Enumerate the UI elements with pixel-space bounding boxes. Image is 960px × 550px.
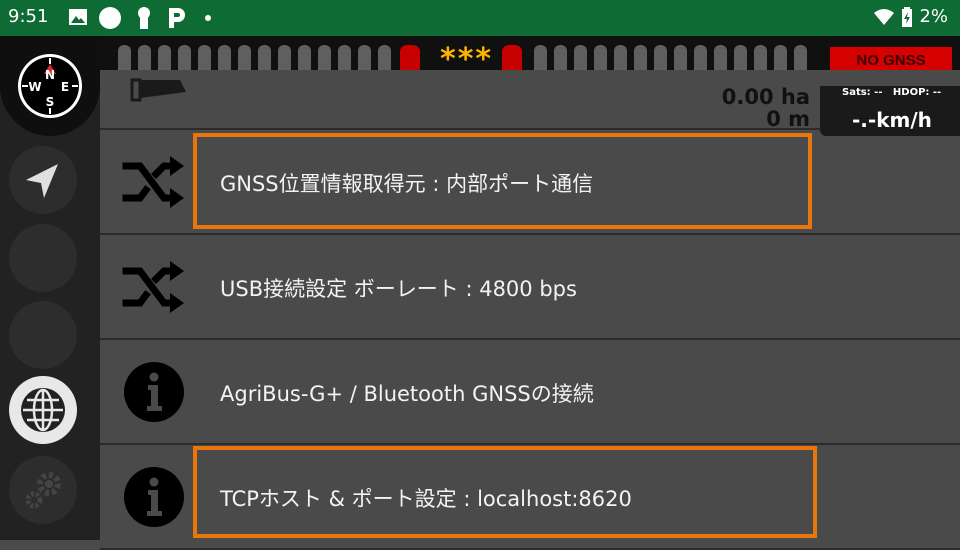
svg-text:N: N [45,68,55,82]
globe-icon [21,388,65,432]
svg-text:W: W [28,80,41,94]
setting-label: USB接続設定 ボーレート : 4800 bps [220,277,577,301]
wifi-icon [874,8,895,25]
info-icon [124,467,184,527]
highlight-box-tcp-host [193,446,817,538]
setting-label: AgriBus-G+ / Bluetooth GNSSの接続 [220,382,594,406]
sats-hdop: Sats: -- HDOP: -- [842,87,941,98]
compass-icon: N W E S [18,54,82,118]
shuffle-icon [122,261,184,313]
image-notification-icon [69,9,87,25]
speed-value: -.-km/h [852,108,932,132]
gnss-settings-button[interactable] [9,376,77,444]
svg-text:S: S [46,95,55,109]
circle-notification-icon [99,7,121,29]
area-value: 0.00 ha [721,85,810,109]
shuffle-icon [122,156,184,208]
work-info: 0.00 ha 0 m [722,86,810,130]
p-notification-icon [169,8,185,28]
list-item-bluetooth-gnss[interactable]: AgriBus-G+ / Bluetooth GNSSの接続 [100,340,960,445]
clock: 9:51 [8,6,49,27]
tractor-icon [130,78,186,102]
navigation-arrow-icon [26,164,58,198]
gnss-info-panel: Sats: -- HDOP: -- -.-km/h [820,86,960,136]
hdop-value: HDOP: -- [892,87,942,98]
navigation-button[interactable] [9,146,77,214]
empty-sidebar-button-1[interactable] [9,224,77,292]
sats-value: Sats: -- [842,87,883,98]
highlight-box-gnss-source [193,133,812,229]
compass-button[interactable]: N W E S [0,36,100,136]
list-item-usb-baud[interactable]: USB接続設定 ボーレート : 4800 bps [100,235,960,340]
info-icon [124,362,184,422]
status-bar: 9:51 2% [0,0,960,36]
keyhole-notification-icon [138,7,150,29]
svg-text:E: E [61,80,69,94]
empty-sidebar-button-2[interactable] [9,301,77,369]
settings-button[interactable] [9,456,77,524]
status-right: 2% [873,6,948,27]
sidebar: N W E S [0,36,100,540]
battery-percent: 2% [919,6,948,27]
battery-icon [902,6,913,27]
more-notifications-dot-icon [205,15,211,21]
gears-icon [25,472,61,509]
distance-value: 0 m [766,107,810,131]
